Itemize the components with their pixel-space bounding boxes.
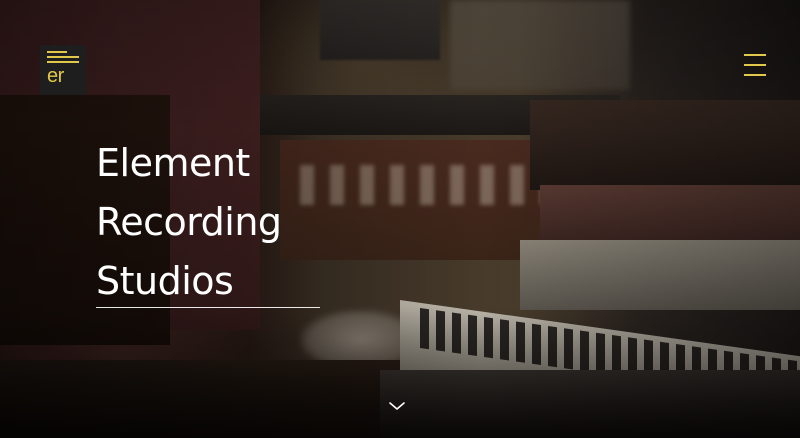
title-line-3: Studios xyxy=(96,259,234,303)
title-line-2: Recording xyxy=(96,200,282,244)
hero-section: er Element Recording Studios xyxy=(0,0,800,438)
chevron-down-icon[interactable] xyxy=(388,400,406,412)
site-logo[interactable]: er xyxy=(40,45,86,95)
title-line-1: Element xyxy=(96,141,250,185)
menu-bar-3 xyxy=(744,74,766,76)
logo-text: er xyxy=(47,65,64,87)
page-title: Element Recording Studios xyxy=(96,134,322,311)
menu-bar-2 xyxy=(744,64,766,66)
menu-button[interactable] xyxy=(744,54,770,76)
menu-bar-1 xyxy=(744,54,766,56)
title-underline xyxy=(96,307,320,308)
logo-lines-icon xyxy=(47,51,79,63)
